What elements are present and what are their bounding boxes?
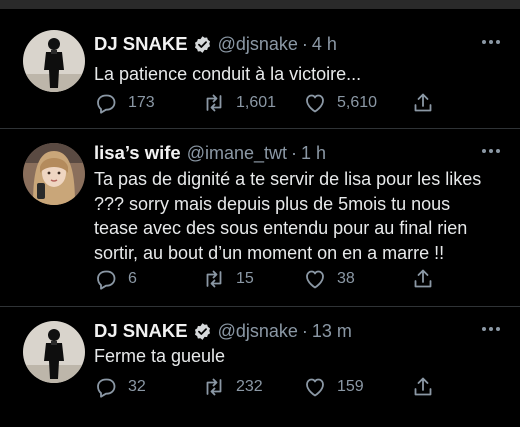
verified-badge-icon	[194, 35, 210, 53]
handle[interactable]: @djsnake	[218, 321, 298, 342]
like-icon	[306, 94, 324, 113]
retweet-button[interactable]: 1,601	[202, 90, 276, 116]
avatar-djsnake[interactable]	[23, 321, 85, 383]
tweet-text: La patience conduit à la victoire...	[94, 64, 362, 84]
more-icon[interactable]	[482, 140, 500, 162]
reply-button[interactable]: 6	[94, 266, 137, 292]
tweet-1[interactable]: DJ SNAKE @djsnake · 4 h La patience cond…	[0, 30, 520, 122]
share-button[interactable]	[411, 374, 435, 400]
separator-dot: ·	[301, 320, 308, 341]
like-count: 38	[337, 270, 355, 287]
more-icon[interactable]	[482, 31, 500, 53]
retweet-count: 1,601	[236, 94, 277, 111]
avatar-djsnake[interactable]	[23, 30, 85, 92]
share-icon	[414, 377, 432, 396]
reply-count: 173	[128, 94, 155, 111]
tweet-3[interactable]: DJ SNAKE @djsnake · 13 m Ferme ta gueule…	[0, 318, 520, 408]
share-button[interactable]	[411, 266, 435, 292]
retweet-button[interactable]: 15	[202, 266, 254, 292]
timestamp[interactable]: 1 h	[301, 143, 326, 164]
display-name[interactable]: DJ SNAKE	[94, 320, 188, 342]
tweet-actions: 173 1,601 5,610	[94, 90, 439, 116]
like-icon	[306, 378, 324, 397]
window-top-edge	[0, 0, 520, 9]
tweet-header: lisa’s wife @imane_twt · 1 h	[94, 140, 326, 166]
reply-count: 32	[128, 378, 146, 395]
reply-count: 6	[128, 270, 137, 287]
share-button[interactable]	[411, 90, 435, 116]
tweet-divider	[0, 128, 520, 129]
separator-dot: ·	[291, 142, 298, 163]
handle[interactable]: @imane_twt	[187, 143, 287, 164]
timestamp[interactable]: 4 h	[312, 34, 337, 55]
verified-badge-icon	[194, 322, 210, 340]
tweet-actions: 6 15 38	[94, 266, 439, 292]
reply-icon	[97, 270, 116, 290]
tweet-2[interactable]: lisa’s wife @imane_twt · 1 h Ta pas de d…	[0, 140, 520, 300]
like-count: 159	[337, 378, 364, 395]
like-button[interactable]: 159	[303, 374, 364, 400]
retweet-count: 15	[236, 270, 254, 287]
reply-icon	[97, 378, 116, 398]
tweet-actions: 32 232 159	[94, 374, 439, 400]
like-button[interactable]: 38	[303, 266, 355, 292]
retweet-icon	[206, 270, 222, 288]
reply-button[interactable]: 173	[94, 90, 155, 116]
avatar-imane-twt[interactable]	[23, 143, 85, 205]
avatar-image	[23, 143, 85, 205]
share-icon	[414, 93, 432, 112]
retweet-count: 232	[236, 378, 263, 395]
timestamp[interactable]: 13 m	[312, 321, 352, 342]
display-name[interactable]: lisa’s wife	[94, 142, 181, 164]
more-icon[interactable]	[482, 318, 500, 340]
handle[interactable]: @djsnake	[218, 34, 298, 55]
tweet-text: Ta pas de dignité a te servir de lisa po…	[94, 169, 482, 263]
share-icon	[414, 269, 432, 288]
like-button[interactable]: 5,610	[303, 90, 377, 116]
tweet-text: Ferme ta gueule	[94, 346, 226, 366]
avatar-image	[23, 30, 85, 92]
tweet-header: DJ SNAKE @djsnake · 13 m	[94, 318, 352, 344]
reply-button[interactable]: 32	[94, 374, 146, 400]
retweet-icon	[206, 94, 222, 112]
like-icon	[306, 270, 324, 289]
like-count: 5,610	[337, 94, 378, 111]
reply-icon	[97, 94, 116, 114]
display-name[interactable]: DJ SNAKE	[94, 33, 188, 55]
tweet-divider	[0, 306, 520, 307]
retweet-button[interactable]: 232	[202, 374, 263, 400]
separator-dot: ·	[301, 33, 308, 54]
tweet-header: DJ SNAKE @djsnake · 4 h	[94, 31, 337, 57]
retweet-icon	[206, 378, 222, 396]
avatar-image	[23, 321, 85, 383]
